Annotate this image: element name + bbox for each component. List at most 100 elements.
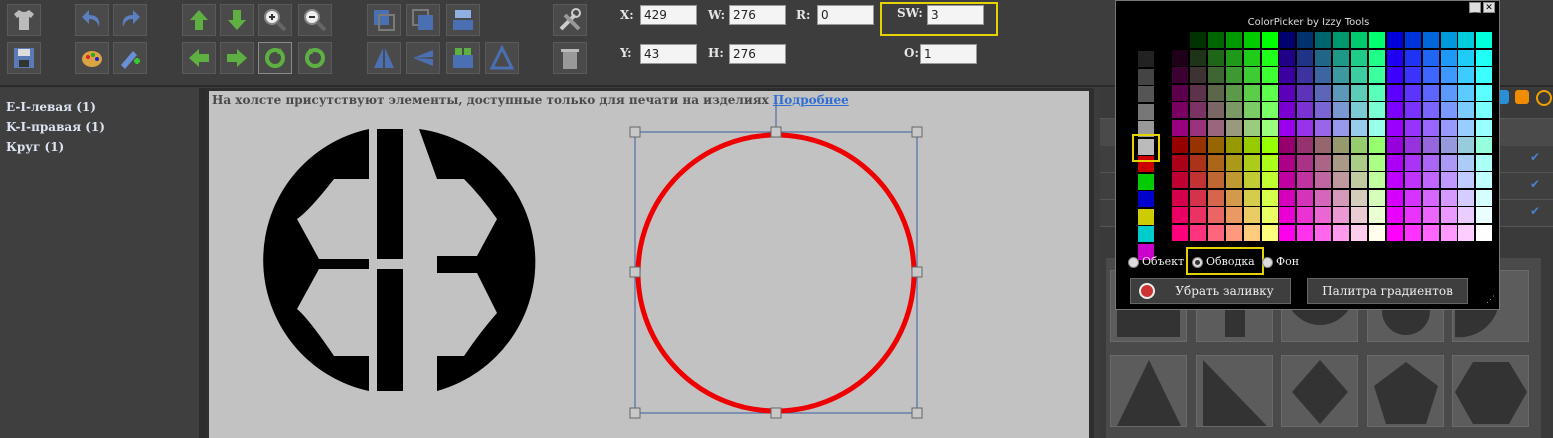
color-swatch[interactable]	[1189, 189, 1206, 206]
color-swatch[interactable]	[1207, 224, 1224, 241]
color-swatch[interactable]	[1368, 102, 1385, 118]
shape-diamond[interactable]	[1281, 355, 1358, 427]
color-swatch[interactable]	[1172, 102, 1188, 118]
color-swatch[interactable]	[1261, 67, 1278, 83]
color-swatch[interactable]	[1225, 207, 1242, 223]
check-icon[interactable]: ✔	[1530, 177, 1540, 191]
remove-fill-button[interactable]: Убрать заливку	[1130, 278, 1291, 304]
color-swatch[interactable]	[1225, 32, 1242, 48]
mail-icon[interactable]	[1536, 90, 1552, 106]
color-swatch[interactable]	[1386, 67, 1403, 83]
color-swatch[interactable]	[1333, 189, 1350, 206]
color-swatch[interactable]	[1225, 154, 1242, 171]
color-swatch[interactable]	[1189, 172, 1206, 188]
color-swatch[interactable]	[1351, 154, 1367, 171]
tshirt-icon[interactable]	[7, 4, 41, 36]
color-swatch[interactable]	[1476, 119, 1493, 136]
color-swatch[interactable]	[1315, 137, 1332, 153]
color-swatch[interactable]	[1261, 154, 1278, 171]
color-swatch[interactable]	[1225, 102, 1242, 118]
color-swatch[interactable]	[1404, 172, 1421, 188]
color-swatch[interactable]	[1458, 154, 1475, 171]
color-swatch[interactable]	[1333, 102, 1350, 118]
color-swatch[interactable]	[1404, 189, 1421, 206]
color-swatch[interactable]	[1351, 119, 1367, 136]
layer-front-icon[interactable]	[367, 4, 401, 36]
color-swatch[interactable]	[1368, 172, 1385, 188]
check-icon[interactable]: ✔	[1530, 204, 1540, 218]
color-swatch[interactable]	[1172, 207, 1188, 223]
check-icon[interactable]: ✔	[1530, 150, 1540, 164]
gray-swatch[interactable]	[1138, 208, 1154, 225]
color-swatch[interactable]	[1422, 84, 1439, 101]
color-swatch[interactable]	[1422, 32, 1439, 48]
color-swatch[interactable]	[1351, 49, 1367, 66]
color-swatch[interactable]	[1476, 84, 1493, 101]
color-swatch[interactable]	[1243, 67, 1260, 83]
color-swatch[interactable]	[1476, 67, 1493, 83]
color-swatch[interactable]	[1315, 154, 1332, 171]
color-swatch[interactable]	[1279, 207, 1296, 223]
color-swatch[interactable]	[1297, 102, 1314, 118]
color-swatch[interactable]	[1476, 224, 1493, 241]
shape-pentagon[interactable]	[1367, 355, 1444, 427]
layer-item[interactable]: K-I-правая (1)	[6, 120, 105, 134]
color-swatch[interactable]	[1189, 32, 1206, 48]
color-swatch[interactable]	[1351, 137, 1367, 153]
color-swatch[interactable]	[1315, 119, 1332, 136]
trash-icon[interactable]	[553, 42, 587, 74]
color-swatch[interactable]	[1279, 119, 1296, 136]
color-swatch[interactable]	[1333, 154, 1350, 171]
color-swatch[interactable]	[1172, 119, 1188, 136]
color-swatch[interactable]	[1225, 224, 1242, 241]
color-swatch[interactable]	[1207, 32, 1224, 48]
color-swatch[interactable]	[1333, 172, 1350, 188]
color-swatch[interactable]	[1315, 189, 1332, 206]
color-swatch[interactable]	[1440, 119, 1457, 136]
color-swatch[interactable]	[1368, 207, 1385, 223]
color-swatch[interactable]	[1297, 189, 1314, 206]
color-swatch[interactable]	[1422, 189, 1439, 206]
color-swatch[interactable]	[1261, 172, 1278, 188]
color-swatch[interactable]	[1422, 49, 1439, 66]
gray-swatch[interactable]	[1138, 86, 1154, 102]
color-swatch[interactable]	[1189, 84, 1206, 101]
color-swatch[interactable]	[1351, 67, 1367, 83]
color-swatch[interactable]	[1386, 207, 1403, 223]
color-swatch[interactable]	[1422, 102, 1439, 118]
color-swatch[interactable]	[1333, 224, 1350, 241]
move-down-icon[interactable]	[220, 4, 254, 36]
layer-item[interactable]: E-I-левая (1)	[6, 100, 96, 114]
radio-background[interactable]	[1262, 257, 1273, 268]
color-swatch[interactable]	[1422, 137, 1439, 153]
color-swatch[interactable]	[1261, 189, 1278, 206]
layer-item[interactable]: Круг (1)	[6, 140, 64, 154]
ok-icon[interactable]	[1515, 90, 1529, 104]
flip-v2-icon[interactable]	[485, 42, 519, 74]
gray-swatch[interactable]	[1138, 173, 1154, 190]
color-swatch[interactable]	[1368, 137, 1385, 153]
color-swatch[interactable]	[1225, 84, 1242, 101]
color-swatch[interactable]	[1189, 207, 1206, 223]
gray-swatch[interactable]	[1138, 68, 1154, 85]
color-swatch[interactable]	[1315, 207, 1332, 223]
color-swatch[interactable]	[1333, 84, 1350, 101]
color-swatch[interactable]	[1297, 84, 1314, 101]
gradient-palette-button[interactable]: Палитра градиентов	[1307, 278, 1468, 304]
color-swatch[interactable]	[1189, 49, 1206, 66]
color-swatch[interactable]	[1440, 102, 1457, 118]
move-right-icon[interactable]	[220, 42, 254, 74]
color-swatch[interactable]	[1333, 32, 1350, 48]
color-swatch[interactable]	[1279, 84, 1296, 101]
undo-icon[interactable]	[75, 4, 109, 36]
gray-swatch[interactable]	[1138, 226, 1154, 242]
more-link[interactable]: Подробнее	[773, 93, 849, 107]
color-swatch[interactable]	[1476, 137, 1493, 153]
color-swatch[interactable]	[1458, 172, 1475, 188]
add-image-icon[interactable]	[113, 42, 147, 74]
color-swatch[interactable]	[1243, 207, 1260, 223]
color-swatch[interactable]	[1243, 119, 1260, 136]
color-swatch[interactable]	[1351, 32, 1367, 48]
gray-swatch[interactable]	[1138, 103, 1154, 120]
color-swatch[interactable]	[1261, 32, 1278, 48]
